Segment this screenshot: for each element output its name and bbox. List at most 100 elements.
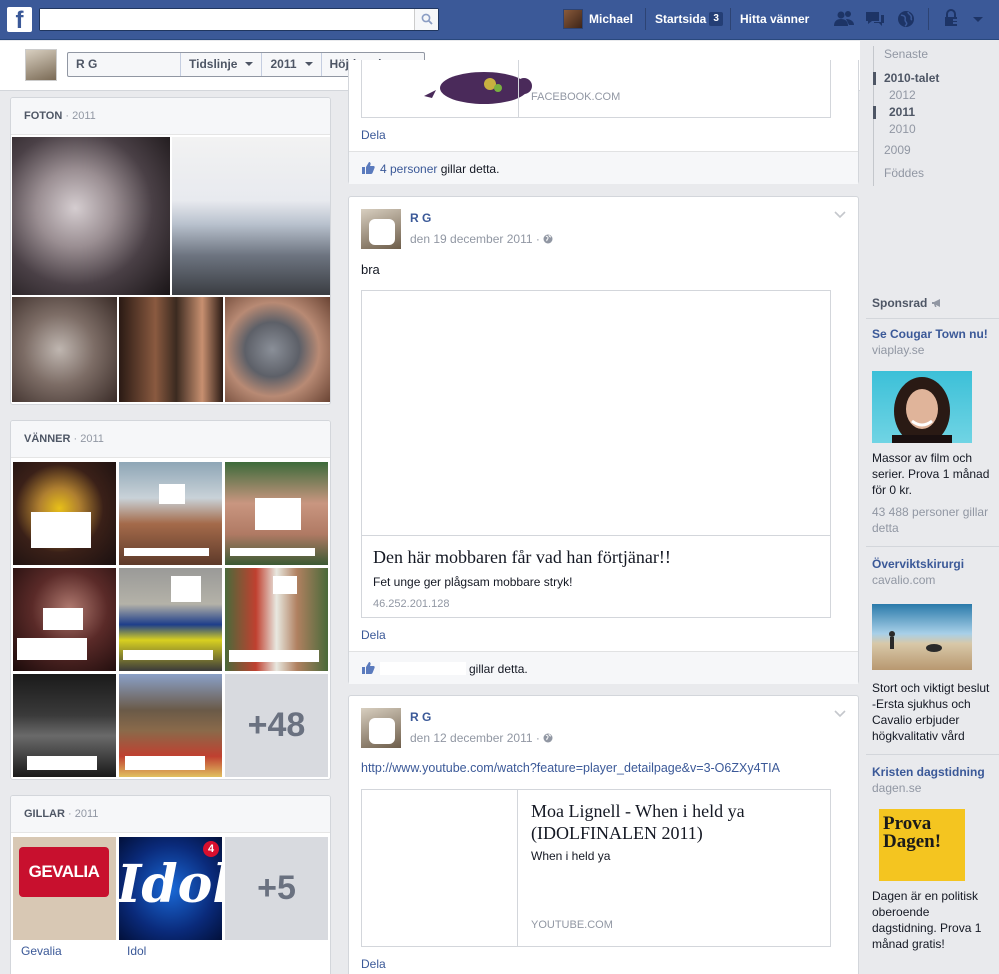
attachment-subtitle: Fet unge ger plågsam mobbare stryk! bbox=[373, 575, 573, 589]
profile-link[interactable]: Michael bbox=[563, 9, 633, 29]
ad-body: Massor av film och serier. Prova 1 månad… bbox=[872, 451, 990, 497]
likes-text: 4 personer gillar detta. bbox=[380, 162, 499, 176]
scrubber-item[interactable]: Senaste bbox=[873, 46, 983, 63]
profile-name-link[interactable]: R G bbox=[68, 53, 181, 76]
ad-likes[interactable]: 43 488 personer gillar detta bbox=[872, 504, 994, 536]
ad-image-text: Prova Dagen! bbox=[883, 813, 942, 852]
more-likes-tile[interactable]: +5 bbox=[225, 837, 328, 940]
caret-down-icon bbox=[304, 62, 313, 66]
share-link[interactable]: Dela bbox=[361, 628, 386, 642]
author-name[interactable]: R G bbox=[410, 710, 431, 724]
ad-separator bbox=[866, 318, 999, 319]
search-button[interactable] bbox=[414, 9, 438, 30]
ad-image[interactable] bbox=[872, 604, 972, 670]
search-input[interactable] bbox=[40, 9, 412, 30]
ad-title[interactable]: Se Cougar Town nu! bbox=[872, 327, 988, 341]
likes-suffix: gillar detta. bbox=[469, 662, 528, 676]
tv4-badge: 4 bbox=[203, 841, 219, 857]
attachment-card[interactable]: FACEBOOK.COM bbox=[361, 60, 831, 118]
friend-tile[interactable] bbox=[13, 568, 116, 671]
sponsored-header: Sponsrad bbox=[872, 296, 943, 310]
photo-tattoo-tribal[interactable] bbox=[119, 297, 223, 402]
attachment-subtitle: When i held ya bbox=[531, 849, 611, 863]
friend-requests-icon[interactable] bbox=[833, 9, 855, 29]
avatar bbox=[563, 9, 583, 29]
story-card: R G den 19 december 2011 · bra Den här m… bbox=[348, 196, 859, 684]
facebook-logo[interactable]: f bbox=[7, 7, 32, 32]
photos-box: FOTON · 2011 bbox=[10, 97, 331, 405]
ad-body: Stort och viktigt beslut -Ersta sjukhus … bbox=[872, 681, 990, 743]
photos-year-sep: · bbox=[62, 110, 73, 122]
post-timestamp[interactable]: den 12 december 2011 · bbox=[410, 731, 553, 745]
redaction bbox=[230, 548, 315, 556]
redaction bbox=[125, 756, 205, 770]
friend-tile[interactable] bbox=[13, 674, 116, 777]
friend-tile[interactable] bbox=[13, 462, 116, 565]
notifications-globe-icon[interactable] bbox=[895, 9, 917, 29]
redaction bbox=[171, 576, 201, 602]
friends-header[interactable]: VÄNNER · 2011 bbox=[11, 421, 330, 458]
ad-image[interactable] bbox=[872, 371, 972, 443]
like-tile-idol[interactable]: Idol 4 bbox=[119, 837, 222, 940]
scrubber-item[interactable]: 2009 bbox=[873, 142, 983, 159]
chevron-down-icon[interactable] bbox=[834, 211, 846, 219]
attachment-source: FACEBOOK.COM bbox=[531, 91, 621, 103]
attachment-image bbox=[362, 291, 830, 536]
likes-header[interactable]: GILLAR · 2011 bbox=[11, 796, 330, 833]
ad-title[interactable]: Överviktskirurgi bbox=[872, 557, 964, 571]
author-name[interactable]: R G bbox=[410, 211, 431, 225]
friend-tile[interactable] bbox=[119, 568, 222, 671]
friend-tile[interactable] bbox=[119, 462, 222, 565]
ad-separator bbox=[866, 754, 999, 755]
public-globe-icon bbox=[543, 733, 553, 743]
author-avatar[interactable] bbox=[361, 209, 401, 249]
year-dropdown[interactable]: 2011 bbox=[262, 53, 322, 76]
friend-tile[interactable] bbox=[119, 674, 222, 777]
megaphone-icon bbox=[931, 299, 940, 307]
attachment-card[interactable]: Moa Lignell - When i held ya (IDOLFINALE… bbox=[361, 789, 831, 947]
likes-box: GILLAR · 2011 GEVALIA Gevalia Idol 4 Ido… bbox=[10, 795, 331, 974]
find-friends-link[interactable]: Hitta vänner bbox=[740, 9, 809, 29]
more-friends-tile[interactable]: +48 bbox=[225, 674, 328, 777]
profile-thumbnail[interactable] bbox=[25, 49, 57, 81]
photo-tattoo-back[interactable] bbox=[225, 297, 330, 402]
scrubber-item[interactable]: Föddes bbox=[873, 165, 983, 182]
messages-icon[interactable] bbox=[864, 9, 886, 29]
like-label[interactable]: Idol bbox=[127, 944, 146, 958]
redaction bbox=[229, 650, 319, 662]
friend-tile[interactable] bbox=[225, 568, 328, 671]
scrubber-item-active[interactable]: 2011 bbox=[873, 104, 983, 121]
year-label: 2011 bbox=[270, 57, 297, 71]
redaction bbox=[27, 756, 97, 770]
attachment-card[interactable]: Den här mobbaren får vad han förtjänar!!… bbox=[361, 290, 831, 618]
ad-title[interactable]: Kristen dagstidning bbox=[872, 765, 985, 779]
timeline-dropdown[interactable]: Tidslinje bbox=[181, 53, 263, 76]
photo-tattoo-roses[interactable] bbox=[12, 137, 170, 295]
post-date: den 12 december 2011 bbox=[410, 731, 533, 745]
friend-tile[interactable] bbox=[225, 462, 328, 565]
photo-truck[interactable] bbox=[172, 137, 330, 295]
like-tile-gevalia[interactable]: GEVALIA bbox=[13, 837, 116, 940]
share-link[interactable]: Dela bbox=[361, 957, 386, 971]
scrubber-item[interactable]: 2010-talet bbox=[873, 70, 983, 87]
home-link[interactable]: Startsida 3 bbox=[655, 9, 723, 29]
likes-count-link[interactable]: 4 personer bbox=[380, 162, 437, 176]
scrubber-item[interactable]: 2010 bbox=[873, 121, 983, 138]
likes-suffix: gillar detta. bbox=[440, 162, 500, 176]
home-label: Startsida bbox=[655, 12, 707, 26]
photos-header[interactable]: FOTON · 2011 bbox=[11, 98, 330, 135]
chevron-down-icon[interactable] bbox=[834, 710, 846, 718]
like-label[interactable]: Gevalia bbox=[21, 944, 62, 958]
redaction bbox=[31, 512, 91, 548]
scrubber-item[interactable]: 2012 bbox=[873, 87, 983, 104]
settings-menu-icon[interactable] bbox=[968, 9, 990, 29]
post-timestamp[interactable]: den 19 december 2011 · bbox=[410, 232, 553, 246]
attachment-divider bbox=[518, 60, 519, 118]
ad-image[interactable]: Prova Dagen! bbox=[879, 809, 965, 881]
friends-title: VÄNNER bbox=[24, 433, 71, 445]
share-link[interactable]: Dela bbox=[361, 128, 386, 142]
post-link[interactable]: http://www.youtube.com/watch?feature=pla… bbox=[361, 761, 780, 775]
privacy-shortcuts-icon[interactable] bbox=[942, 9, 964, 29]
author-avatar[interactable] bbox=[361, 708, 401, 748]
photo-tattoo-skull[interactable] bbox=[12, 297, 117, 402]
